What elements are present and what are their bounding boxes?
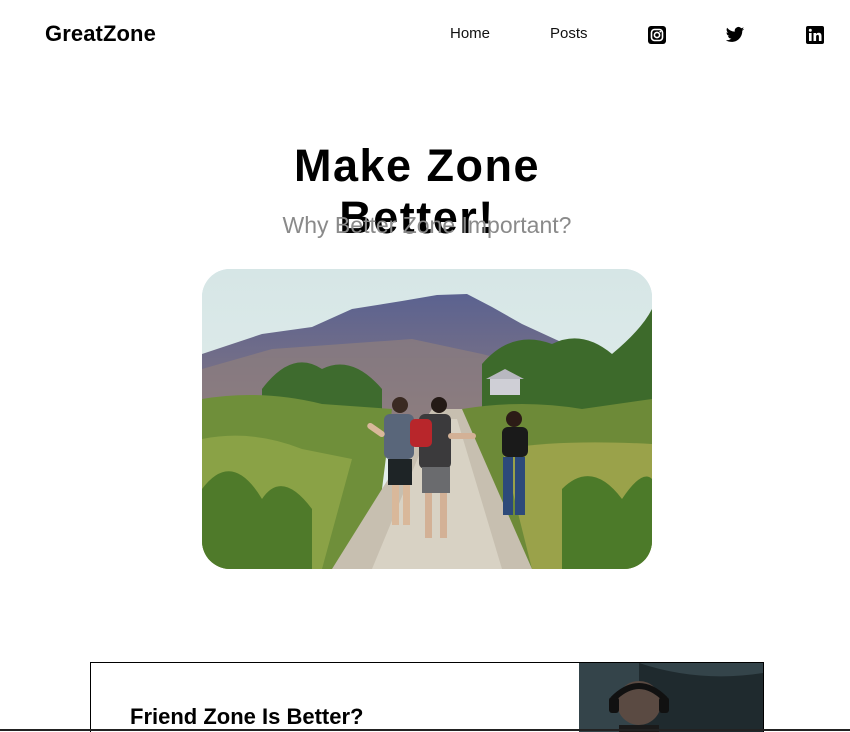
post-card[interactable]: Friend Zone Is Better? <box>90 662 764 732</box>
bottom-divider <box>0 729 850 731</box>
instagram-icon[interactable] <box>647 25 667 45</box>
hero-title-line-1: Make Zone <box>293 140 541 192</box>
nav-link-home[interactable]: Home <box>450 25 490 42</box>
twitter-icon[interactable] <box>725 25 745 45</box>
post-thumbnail <box>579 663 763 732</box>
hero-subtitle: Why Better Zone Important? <box>282 212 572 238</box>
brand-logo[interactable]: GreatZone <box>45 21 156 47</box>
hero-image <box>202 269 652 569</box>
page: GreatZone Home Posts Make Zone Better! W… <box>0 0 850 732</box>
post-title[interactable]: Friend Zone Is Better? <box>130 704 363 730</box>
linkedin-icon[interactable] <box>805 25 825 45</box>
nav-link-posts[interactable]: Posts <box>550 25 588 42</box>
navbar: GreatZone Home Posts <box>0 0 850 70</box>
